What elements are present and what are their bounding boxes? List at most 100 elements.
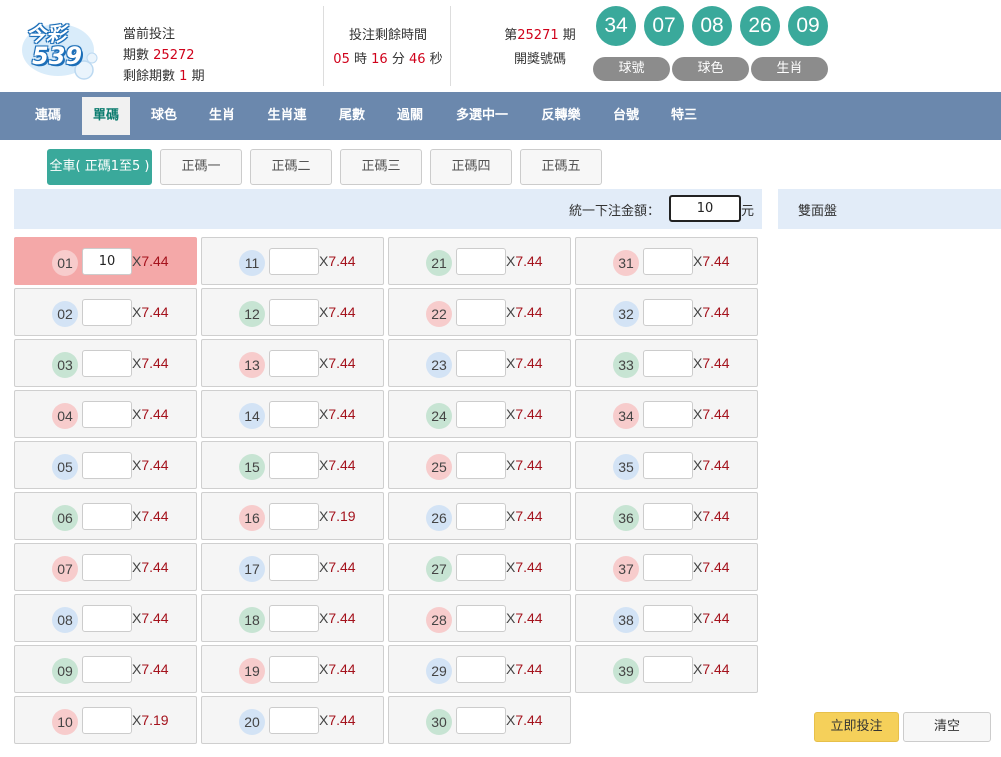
bet-amount-input[interactable] bbox=[456, 503, 506, 530]
bet-amount-input[interactable] bbox=[82, 503, 132, 530]
number-cell[interactable]: 24 X7.44 bbox=[388, 390, 571, 438]
view-ball-color-button[interactable]: 球色 bbox=[672, 57, 749, 81]
bet-amount-input[interactable] bbox=[456, 350, 506, 377]
subtab-position-3[interactable]: 正碼三 bbox=[340, 149, 422, 185]
bet-amount-input[interactable] bbox=[269, 707, 319, 734]
number-cell[interactable]: 20 X7.44 bbox=[201, 696, 384, 744]
bet-amount-input[interactable] bbox=[269, 656, 319, 683]
bet-amount-input[interactable] bbox=[643, 605, 693, 632]
nav-tab-zodiac-combo[interactable]: 生肖連 bbox=[258, 97, 316, 135]
number-cell[interactable]: 03 X7.44 bbox=[14, 339, 197, 387]
bet-amount-input[interactable] bbox=[643, 299, 693, 326]
bet-amount-input[interactable] bbox=[269, 401, 319, 428]
nav-tab-zodiac[interactable]: 生肖 bbox=[198, 97, 246, 135]
subtab-position-1[interactable]: 正碼一 bbox=[160, 149, 242, 185]
bet-amount-input[interactable] bbox=[643, 248, 693, 275]
number-cell[interactable]: 14 X7.44 bbox=[201, 390, 384, 438]
bet-amount-input[interactable]: 10 bbox=[82, 248, 132, 275]
number-cell[interactable]: 36 X7.44 bbox=[575, 492, 758, 540]
number-cell[interactable]: 07 X7.44 bbox=[14, 543, 197, 591]
nav-tab-special-three[interactable]: 特三 bbox=[660, 97, 708, 135]
number-cell[interactable]: 19 X7.44 bbox=[201, 645, 384, 693]
subtab-position-4[interactable]: 正碼四 bbox=[430, 149, 512, 185]
number-cell[interactable]: 29 X7.44 bbox=[388, 645, 571, 693]
number-cell[interactable]: 37 X7.44 bbox=[575, 543, 758, 591]
number-cell[interactable]: 23 X7.44 bbox=[388, 339, 571, 387]
number-cell[interactable]: 06 X7.44 bbox=[14, 492, 197, 540]
bet-amount-input[interactable] bbox=[456, 554, 506, 581]
number-cell[interactable]: 05 X7.44 bbox=[14, 441, 197, 489]
bet-amount-input[interactable] bbox=[269, 452, 319, 479]
number-cell[interactable]: 12 X7.44 bbox=[201, 288, 384, 336]
number-cell[interactable]: 08 X7.44 bbox=[14, 594, 197, 642]
bet-amount-input[interactable] bbox=[456, 299, 506, 326]
number-cell[interactable]: 35 X7.44 bbox=[575, 441, 758, 489]
bet-amount-input[interactable] bbox=[82, 605, 132, 632]
nav-tab-danma[interactable]: 單碼 bbox=[82, 97, 130, 135]
bet-amount-input[interactable] bbox=[269, 554, 319, 581]
number-cell[interactable]: 21 X7.44 bbox=[388, 237, 571, 285]
bet-amount-input[interactable] bbox=[82, 401, 132, 428]
nav-tab-multi-pick-one[interactable]: 多選中一 bbox=[446, 97, 518, 135]
clear-button[interactable]: 清空 bbox=[903, 712, 991, 742]
number-cell[interactable]: 27 X7.44 bbox=[388, 543, 571, 591]
number-cell[interactable]: 30 X7.44 bbox=[388, 696, 571, 744]
bet-amount-input[interactable] bbox=[456, 707, 506, 734]
unified-amount-input[interactable]: 10 bbox=[669, 195, 741, 222]
bet-amount-input[interactable] bbox=[456, 452, 506, 479]
number-cell[interactable]: 11 X7.44 bbox=[201, 237, 384, 285]
number-cell[interactable]: 13 X7.44 bbox=[201, 339, 384, 387]
number-cell[interactable]: 28 X7.44 bbox=[388, 594, 571, 642]
number-cell[interactable]: 02 X7.44 bbox=[14, 288, 197, 336]
nav-tab-parlay[interactable]: 過關 bbox=[386, 97, 434, 135]
bet-amount-input[interactable] bbox=[643, 503, 693, 530]
bet-amount-input[interactable] bbox=[643, 452, 693, 479]
number-cell[interactable]: 22 X7.44 bbox=[388, 288, 571, 336]
place-bet-button[interactable]: 立即投注 bbox=[814, 712, 899, 742]
view-ball-number-button[interactable]: 球號 bbox=[593, 57, 670, 81]
bet-amount-input[interactable] bbox=[269, 605, 319, 632]
bet-amount-input[interactable] bbox=[643, 401, 693, 428]
bet-amount-input[interactable] bbox=[269, 503, 319, 530]
bet-amount-input[interactable] bbox=[643, 350, 693, 377]
bet-amount-input[interactable] bbox=[82, 707, 132, 734]
number-cell[interactable]: 04 X7.44 bbox=[14, 390, 197, 438]
bet-amount-input[interactable] bbox=[82, 350, 132, 377]
number-cell[interactable]: 01 10 X7.44 bbox=[14, 237, 197, 285]
bet-amount-input[interactable] bbox=[456, 248, 506, 275]
bet-amount-input[interactable] bbox=[269, 350, 319, 377]
double-side-panel[interactable]: 雙面盤 bbox=[778, 189, 1001, 229]
number-cell[interactable]: 18 X7.44 bbox=[201, 594, 384, 642]
number-cell[interactable]: 26 X7.44 bbox=[388, 492, 571, 540]
bet-amount-input[interactable] bbox=[456, 605, 506, 632]
number-cell[interactable]: 33 X7.44 bbox=[575, 339, 758, 387]
bet-amount-input[interactable] bbox=[82, 299, 132, 326]
bet-amount-input[interactable] bbox=[82, 452, 132, 479]
bet-amount-input[interactable] bbox=[82, 656, 132, 683]
bet-amount-input[interactable] bbox=[82, 554, 132, 581]
subtab-all-positions[interactable]: 全車( 正碼1至5 ) bbox=[47, 149, 152, 185]
nav-tab-tail[interactable]: 尾數 bbox=[328, 97, 376, 135]
number-cell[interactable]: 39 X7.44 bbox=[575, 645, 758, 693]
bet-amount-input[interactable] bbox=[456, 656, 506, 683]
nav-tab-table-number[interactable]: 台號 bbox=[602, 97, 650, 135]
bet-amount-input[interactable] bbox=[643, 656, 693, 683]
bet-amount-input[interactable] bbox=[643, 554, 693, 581]
nav-tab-reverse[interactable]: 反轉樂 bbox=[532, 97, 590, 135]
nav-tab-lianma[interactable]: 連碼 bbox=[20, 97, 76, 135]
number-cell[interactable]: 34 X7.44 bbox=[575, 390, 758, 438]
subtab-position-2[interactable]: 正碼二 bbox=[250, 149, 332, 185]
number-cell[interactable]: 15 X7.44 bbox=[201, 441, 384, 489]
bet-amount-input[interactable] bbox=[269, 248, 319, 275]
number-cell[interactable]: 25 X7.44 bbox=[388, 441, 571, 489]
number-cell[interactable]: 10 X7.19 bbox=[14, 696, 197, 744]
number-cell[interactable]: 09 X7.44 bbox=[14, 645, 197, 693]
number-cell[interactable]: 16 X7.19 bbox=[201, 492, 384, 540]
number-cell[interactable]: 31 X7.44 bbox=[575, 237, 758, 285]
nav-tab-ball-color[interactable]: 球色 bbox=[140, 97, 188, 135]
number-cell[interactable]: 38 X7.44 bbox=[575, 594, 758, 642]
subtab-position-5[interactable]: 正碼五 bbox=[520, 149, 602, 185]
number-cell[interactable]: 32 X7.44 bbox=[575, 288, 758, 336]
bet-amount-input[interactable] bbox=[269, 299, 319, 326]
view-zodiac-button[interactable]: 生肖 bbox=[751, 57, 828, 81]
